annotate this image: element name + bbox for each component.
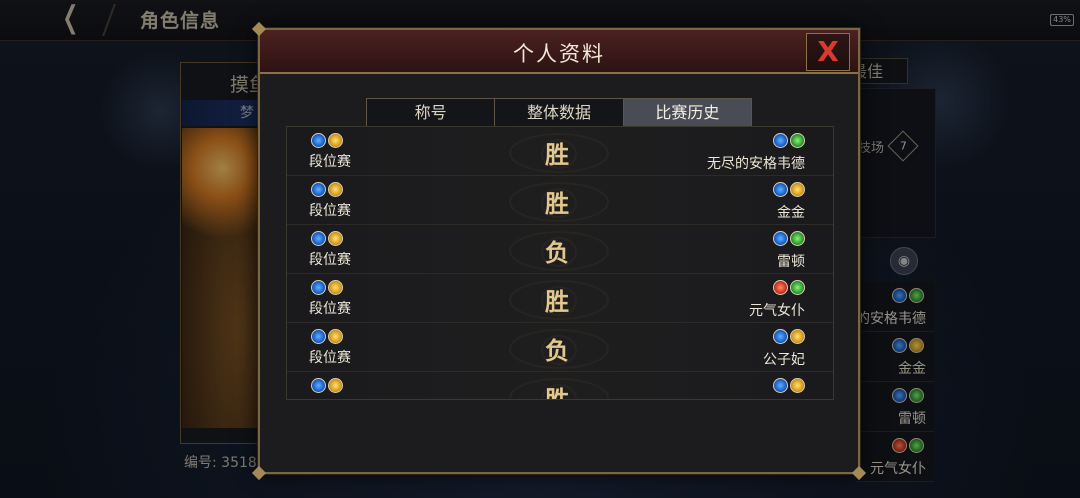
blue-role-icon: [311, 280, 326, 295]
blue-role-icon: [773, 231, 788, 246]
mode-icons: [309, 231, 343, 250]
mode-icons: [309, 378, 343, 397]
blue-role-icon: [773, 329, 788, 344]
blue-role-icon: [773, 182, 788, 197]
tab-overall-stats[interactable]: 整体数据: [495, 98, 624, 128]
hero-name: 金金: [777, 205, 805, 221]
hero-icons: [771, 329, 805, 348]
profile-dialog: 个人资料 X 称号 整体数据 比赛历史 段位赛胜无尽的安格韦德 段位赛胜金金 段位赛…: [251, 21, 867, 481]
table-row[interactable]: 胜: [287, 372, 833, 400]
gold-role-icon: [790, 329, 805, 344]
gold-role-icon: [328, 182, 343, 197]
hero-icons: [771, 231, 805, 250]
match-mode: 段位赛: [309, 203, 351, 219]
mode-icons: [309, 133, 343, 152]
match-result: 负: [545, 238, 569, 267]
table-row[interactable]: 段位赛 胜元气女仆: [287, 274, 833, 323]
hero-icons: [771, 280, 805, 299]
match-result: 胜: [545, 189, 569, 218]
match-mode: 段位赛: [309, 252, 351, 268]
table-row[interactable]: 段位赛 胜无尽的安格韦德: [287, 127, 833, 176]
match-result: 胜: [545, 385, 569, 400]
match-mode: 段位赛: [309, 154, 351, 170]
hero-icons: [771, 133, 805, 152]
green-role-icon: [790, 280, 805, 295]
match-mode: 段位赛: [309, 301, 351, 317]
gold-role-icon: [790, 378, 805, 393]
hero-name: 无尽的安格韦德: [707, 156, 805, 172]
blue-role-icon: [311, 133, 326, 148]
dialog-header: 个人资料 X: [260, 30, 858, 74]
blue-role-icon: [311, 231, 326, 246]
table-row[interactable]: 段位赛 负公子妃: [287, 323, 833, 372]
gold-role-icon: [790, 182, 805, 197]
tab-titles[interactable]: 称号: [366, 98, 496, 128]
mode-icons: [309, 182, 343, 201]
blue-role-icon: [311, 378, 326, 393]
match-result: 胜: [545, 287, 569, 316]
match-history-list[interactable]: 段位赛胜无尽的安格韦德 段位赛胜金金 段位赛负雷顿 段位赛胜元气女仆 段位赛负公子妃胜: [286, 126, 834, 400]
tab-match-history[interactable]: 比赛历史: [623, 98, 752, 128]
match-mode: 段位赛: [309, 350, 351, 366]
gold-role-icon: [328, 231, 343, 246]
mode-icons: [309, 280, 343, 299]
gold-role-icon: [328, 133, 343, 148]
mode-icons: [309, 329, 343, 348]
gold-role-icon: [328, 280, 343, 295]
gold-role-icon: [328, 329, 343, 344]
hero-name: 公子妃: [763, 352, 805, 368]
blue-role-icon: [311, 329, 326, 344]
green-role-icon: [790, 133, 805, 148]
hero-icons: [771, 378, 805, 397]
blue-role-icon: [773, 378, 788, 393]
green-role-icon: [790, 231, 805, 246]
hero-name: 元气女仆: [749, 303, 805, 319]
blue-role-icon: [311, 182, 326, 197]
hero-icons: [771, 182, 805, 201]
table-row[interactable]: 段位赛 胜金金: [287, 176, 833, 225]
match-result: 胜: [545, 140, 569, 169]
blue-role-icon: [773, 133, 788, 148]
close-button[interactable]: X: [806, 33, 850, 71]
red-role-icon: [773, 280, 788, 295]
match-result: 负: [545, 336, 569, 365]
table-row[interactable]: 段位赛 负雷顿: [287, 225, 833, 274]
gold-role-icon: [328, 378, 343, 393]
dialog-title: 个人资料: [513, 42, 605, 66]
hero-name: 雷顿: [777, 254, 805, 270]
dialog-tabs: 称号 整体数据 比赛历史: [366, 98, 752, 128]
